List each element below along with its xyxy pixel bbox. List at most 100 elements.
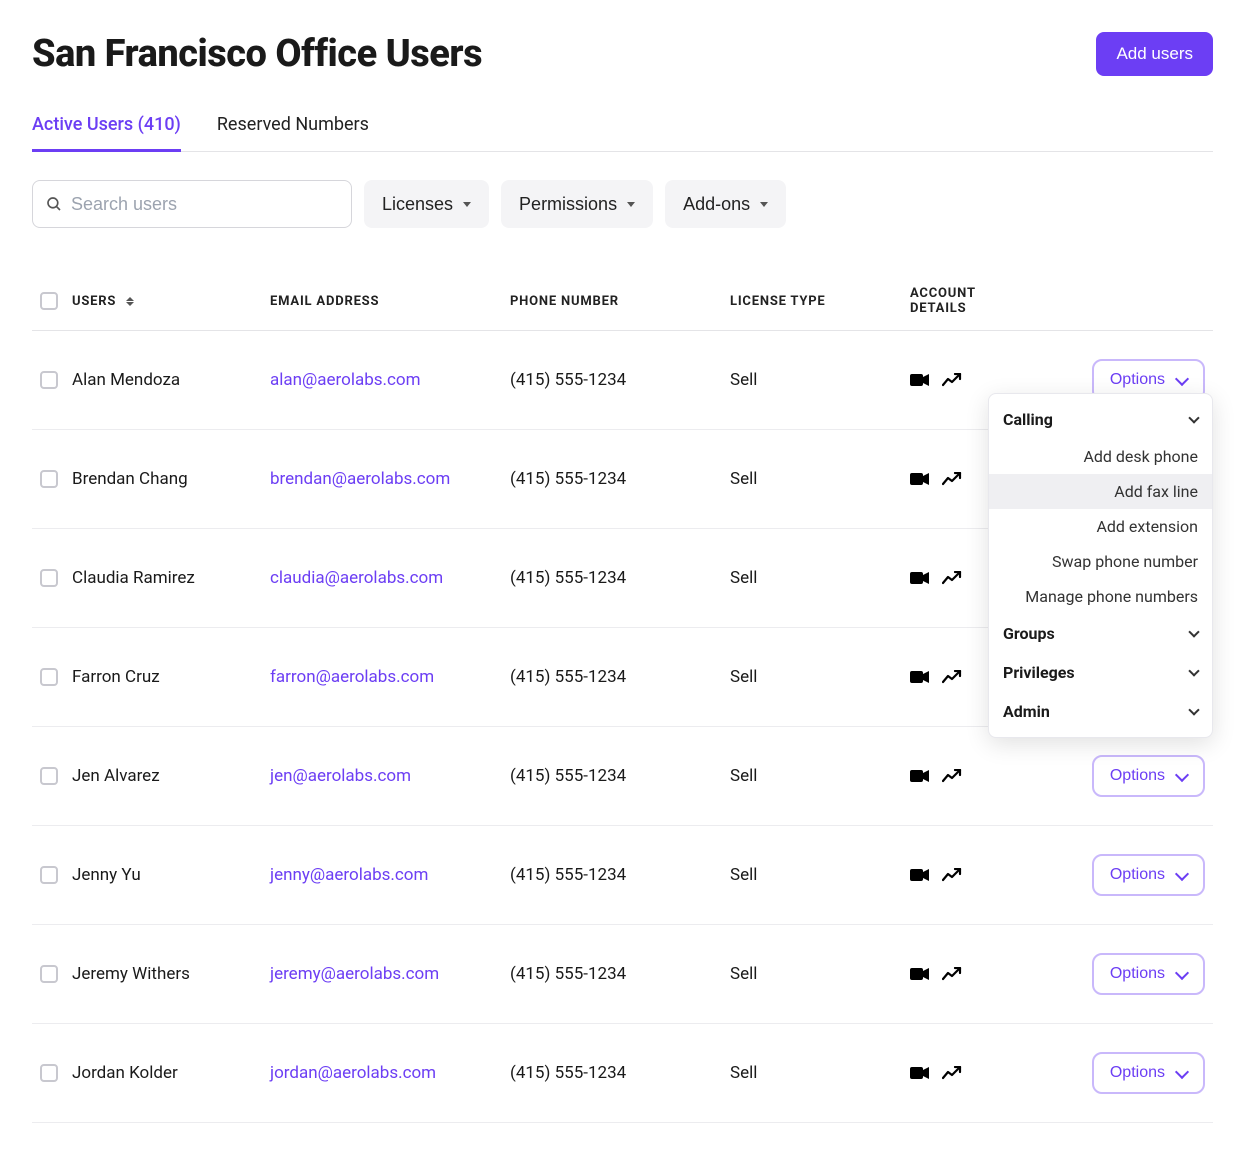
select-all-checkbox[interactable] (40, 292, 58, 310)
chevron-down-icon (1175, 371, 1189, 385)
search-input[interactable] (71, 194, 339, 215)
tabs: Active Users (410) Reserved Numbers (32, 104, 1213, 152)
user-email-link[interactable]: jeremy@aerolabs.com (270, 964, 439, 984)
user-phone: (415) 555-1234 (502, 925, 722, 1024)
video-icon (910, 967, 930, 981)
user-phone: (415) 555-1234 (502, 430, 722, 529)
user-license: Sell (722, 1024, 902, 1123)
user-phone: (415) 555-1234 (502, 826, 722, 925)
user-phone: (415) 555-1234 (502, 727, 722, 826)
table-row: Jordan Kolder jordan@aerolabs.com (415) 55… (32, 1024, 1213, 1123)
options-label: Options (1110, 371, 1165, 389)
user-license: Sell (722, 925, 902, 1024)
user-name: Jeremy Withers (72, 964, 190, 984)
page-title: San Francisco Office Users (32, 32, 482, 76)
dropdown-section-calling[interactable]: Calling (989, 400, 1212, 439)
user-phone: (415) 555-1234 (502, 1024, 722, 1123)
trend-icon (942, 571, 962, 585)
user-name: Farron Cruz (72, 667, 160, 687)
video-icon (910, 373, 930, 387)
user-license: Sell (722, 628, 902, 727)
users-table: Users Email Address Phone Number License… (32, 272, 1213, 1123)
options-label: Options (1110, 767, 1165, 785)
user-phone: (415) 555-1234 (502, 529, 722, 628)
user-email-link[interactable]: claudia@aerolabs.com (270, 568, 443, 588)
dropdown-section-privileges[interactable]: Privileges (989, 653, 1212, 692)
dropdown-item[interactable]: Manage phone numbers (989, 579, 1212, 614)
chevron-down-icon (1188, 704, 1199, 715)
filter-licenses[interactable]: Licenses (364, 180, 489, 228)
user-license: Sell (722, 331, 902, 430)
row-checkbox[interactable] (40, 668, 58, 686)
chevron-down-icon (1188, 626, 1199, 637)
column-header-email[interactable]: Email Address (262, 272, 502, 331)
user-license: Sell (722, 529, 902, 628)
options-label: Options (1110, 866, 1165, 884)
row-checkbox[interactable] (40, 569, 58, 587)
user-name: Claudia Ramirez (72, 568, 195, 588)
video-icon (910, 571, 930, 585)
dropdown-section-calling-label: Calling (1003, 410, 1053, 429)
user-email-link[interactable]: brendan@aerolabs.com (270, 469, 450, 489)
user-email-link[interactable]: farron@aerolabs.com (270, 667, 434, 687)
row-checkbox[interactable] (40, 1064, 58, 1082)
user-name: Jenny Yu (72, 865, 141, 885)
chevron-down-icon (1175, 1064, 1189, 1078)
dropdown-section-groups[interactable]: Groups (989, 614, 1212, 653)
search-icon (45, 195, 63, 213)
user-license: Sell (722, 430, 902, 529)
dropdown-item[interactable]: Add extension (989, 509, 1212, 544)
dropdown-item[interactable]: Add fax line (989, 474, 1212, 509)
user-email-link[interactable]: jen@aerolabs.com (270, 766, 411, 786)
user-email-link[interactable]: jenny@aerolabs.com (270, 865, 428, 885)
user-name: Jen Alvarez (72, 766, 160, 786)
chevron-down-icon (1175, 866, 1189, 880)
chevron-down-icon (1175, 965, 1189, 979)
column-header-account[interactable]: Account Details (902, 272, 1032, 331)
row-checkbox[interactable] (40, 371, 58, 389)
row-checkbox[interactable] (40, 866, 58, 884)
row-checkbox[interactable] (40, 767, 58, 785)
column-header-users[interactable]: Users (72, 294, 134, 309)
dropdown-section-admin[interactable]: Admin (989, 692, 1212, 731)
options-button[interactable]: Options (1092, 755, 1205, 797)
options-button[interactable]: Options (1092, 953, 1205, 995)
chevron-down-icon (1175, 767, 1189, 781)
trend-icon (942, 868, 962, 882)
user-phone: (415) 555-1234 (502, 331, 722, 430)
dropdown-section-groups-label: Groups (1003, 624, 1055, 643)
search-field[interactable] (32, 180, 352, 228)
filter-addons[interactable]: Add-ons (665, 180, 786, 228)
chevron-down-icon (1188, 665, 1199, 676)
video-icon (910, 868, 930, 882)
table-row: Jen Alvarez jen@aerolabs.com (415) 555-123… (32, 727, 1213, 826)
user-license: Sell (722, 826, 902, 925)
user-name: Alan Mendoza (72, 370, 180, 390)
options-dropdown: Calling Add desk phoneAdd fax lineAdd ext… (988, 393, 1213, 738)
tab-reserved-numbers[interactable]: Reserved Numbers (217, 104, 369, 152)
trend-icon (942, 967, 962, 981)
tab-active-users[interactable]: Active Users (410) (32, 104, 181, 152)
dropdown-item[interactable]: Add desk phone (989, 439, 1212, 474)
options-button[interactable]: Options (1092, 854, 1205, 896)
caret-down-icon (627, 202, 635, 207)
filter-permissions-label: Permissions (519, 194, 617, 215)
dropdown-item[interactable]: Swap phone number (989, 544, 1212, 579)
user-email-link[interactable]: alan@aerolabs.com (270, 370, 421, 390)
video-icon (910, 769, 930, 783)
filter-permissions[interactable]: Permissions (501, 180, 653, 228)
options-button[interactable]: Options (1092, 1052, 1205, 1094)
user-email-link[interactable]: jordan@aerolabs.com (270, 1063, 436, 1083)
chevron-down-icon (1188, 412, 1199, 423)
column-header-phone[interactable]: Phone Number (502, 272, 722, 331)
filter-addons-label: Add-ons (683, 194, 750, 215)
user-name: Jordan Kolder (72, 1063, 178, 1083)
row-checkbox[interactable] (40, 965, 58, 983)
add-users-button[interactable]: Add users (1096, 32, 1213, 76)
column-header-license[interactable]: License Type (722, 272, 902, 331)
user-license: Sell (722, 727, 902, 826)
row-checkbox[interactable] (40, 470, 58, 488)
column-header-users-label: Users (72, 294, 116, 309)
trend-icon (942, 670, 962, 684)
trend-icon (942, 1066, 962, 1080)
